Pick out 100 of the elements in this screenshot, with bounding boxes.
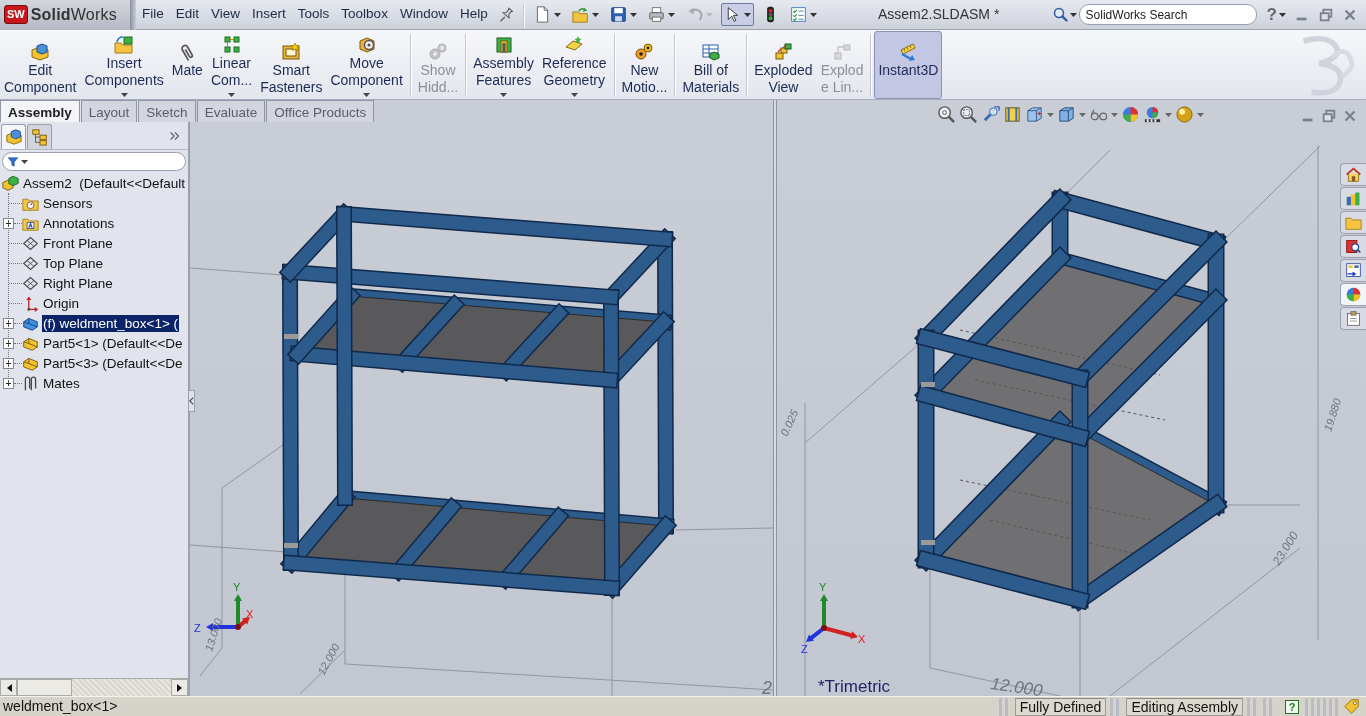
caret-icon[interactable] — [228, 93, 235, 97]
command-button[interactable]: Linear Com... — [206, 31, 257, 99]
menu-item[interactable]: Insert — [246, 4, 292, 25]
tree-item[interactable]: Right Plane — [42, 274, 114, 292]
menu-item[interactable]: Window — [393, 4, 454, 25]
command-button[interactable]: Smart Fasteners — [256, 31, 327, 99]
diamond-icon[interactable] — [22, 274, 39, 292]
shiny-sphere-icon[interactable] — [1175, 105, 1194, 124]
filter-field[interactable] — [2, 152, 186, 171]
task-pane-tab[interactable] — [1340, 307, 1366, 330]
magnifier-arrow-icon[interactable] — [981, 105, 1000, 124]
grid-pattern-icon[interactable] — [221, 35, 242, 55]
task-pane-tab[interactable] — [1340, 259, 1366, 282]
hole-block-icon[interactable] — [493, 35, 514, 55]
menu-item[interactable]: Toolbox — [335, 4, 394, 25]
command-button[interactable]: Insert Components — [80, 31, 168, 99]
search-icon[interactable] — [1052, 7, 1068, 22]
task-pane-tab[interactable] — [1340, 163, 1366, 186]
tab[interactable]: Evaluate — [196, 100, 266, 122]
tree-item[interactable]: Assem2 (Default<<Default — [22, 174, 187, 192]
task-pane-tab[interactable] — [1340, 283, 1366, 306]
command-button[interactable]: Edit Component — [0, 31, 81, 99]
tree-item[interactable]: Top Plane — [42, 254, 105, 272]
right-arrow-icon[interactable] — [175, 682, 184, 693]
caret-icon[interactable] — [500, 93, 508, 97]
caret-icon[interactable] — [743, 12, 751, 17]
task-pane-tab[interactable] — [1340, 187, 1366, 210]
table-cube-icon[interactable] — [700, 42, 721, 62]
folder-cube-icon[interactable] — [114, 35, 135, 55]
command-button[interactable]: Instant3D — [874, 31, 943, 99]
collapse-handle[interactable] — [188, 390, 195, 412]
expand-icon[interactable] — [3, 377, 14, 389]
cubes-icon[interactable] — [30, 42, 51, 62]
tree-item[interactable]: Sensors — [42, 194, 94, 212]
magnifier-icon[interactable] — [959, 105, 978, 124]
command-button[interactable]: Assembly Features — [469, 31, 538, 99]
printer-icon[interactable] — [647, 6, 665, 23]
tree-item[interactable]: Front Plane — [42, 234, 114, 252]
expand-icon[interactable] — [3, 317, 14, 329]
caret-icon[interactable] — [120, 93, 128, 97]
tab[interactable]: Office Products — [266, 100, 375, 122]
cube-icon[interactable] — [1057, 105, 1076, 124]
tree-item[interactable]: Annotations — [42, 214, 116, 232]
command-button[interactable]: Reference Geometry — [537, 31, 611, 99]
horizontal-scrollbar[interactable] — [0, 678, 188, 696]
command-button[interactable]: Exploded View — [750, 31, 817, 99]
command-button[interactable]: Move Component — [326, 31, 407, 99]
toolbar-button[interactable] — [720, 3, 754, 26]
tab[interactable]: Sketch — [138, 100, 196, 122]
expand-icon[interactable] — [3, 337, 14, 349]
tree-item[interactable]: Part5<1> (Default<<De — [42, 334, 184, 352]
paperclip-icon[interactable] — [22, 374, 39, 392]
help-button[interactable]: ? — [1264, 6, 1279, 23]
caret-icon[interactable] — [553, 12, 561, 17]
tree-item[interactable]: Mates — [42, 374, 81, 392]
star-panel-icon[interactable] — [281, 42, 302, 62]
expand-icon[interactable] — [3, 357, 14, 369]
tree-item[interactable]: Origin — [42, 294, 80, 312]
tab[interactable]: Layout — [80, 100, 138, 122]
caret-icon[interactable] — [667, 12, 675, 17]
menu-item[interactable]: File — [136, 4, 170, 25]
home-icon[interactable] — [1345, 166, 1362, 183]
caret-icon[interactable] — [1069, 12, 1077, 17]
help-button[interactable]: ? — [1285, 699, 1299, 714]
color-ball-icon[interactable] — [1121, 105, 1140, 124]
document-magnifier-icon[interactable] — [1345, 238, 1362, 255]
caret-icon[interactable] — [591, 12, 599, 17]
close-icon[interactable] — [1342, 108, 1358, 124]
diamond-icon[interactable] — [22, 254, 39, 272]
checklist-icon[interactable] — [789, 6, 807, 23]
tree-item[interactable]: (f) weldment_box<1> ( — [42, 314, 180, 332]
striped-box-icon[interactable] — [1003, 105, 1022, 124]
cube-icon[interactable] — [1025, 105, 1044, 124]
menu-item[interactable]: View — [205, 4, 247, 25]
menu-item[interactable]: Tools — [291, 4, 336, 25]
caret-icon[interactable] — [809, 12, 817, 17]
tab[interactable]: Assembly — [0, 100, 80, 122]
frame-model-drawing[interactable] — [917, 191, 1225, 609]
diamond-icon[interactable] — [22, 234, 39, 252]
caret-icon[interactable] — [570, 93, 578, 97]
clipboard-icon[interactable] — [1345, 310, 1362, 327]
caret-icon[interactable] — [629, 12, 637, 17]
command-button[interactable]: Mate — [167, 31, 207, 99]
blocks-icon[interactable] — [2, 174, 19, 192]
books-icon[interactable] — [1345, 190, 1362, 207]
tree-item[interactable]: Part5<3> (Default<<De — [42, 354, 184, 372]
menu-item[interactable]: Help — [453, 4, 494, 25]
caret-icon[interactable] — [363, 93, 371, 97]
ball-floor-icon[interactable] — [1143, 105, 1162, 124]
filter-icon[interactable] — [7, 155, 19, 168]
double-chevron-icon[interactable] — [168, 129, 182, 143]
command-button[interactable]: Bill of Materials — [678, 31, 744, 99]
restore-icon[interactable] — [1318, 6, 1334, 23]
search-field[interactable]: SolidWorks Search — [1078, 4, 1257, 25]
caret-icon[interactable] — [1279, 12, 1286, 17]
caret-icon[interactable] — [21, 159, 28, 164]
menu-item[interactable]: Edit — [169, 4, 206, 25]
stacked-blocks-icon[interactable] — [773, 42, 794, 62]
command-button[interactable]: New Motio... — [617, 31, 672, 99]
magnifier-icon[interactable] — [937, 105, 956, 124]
